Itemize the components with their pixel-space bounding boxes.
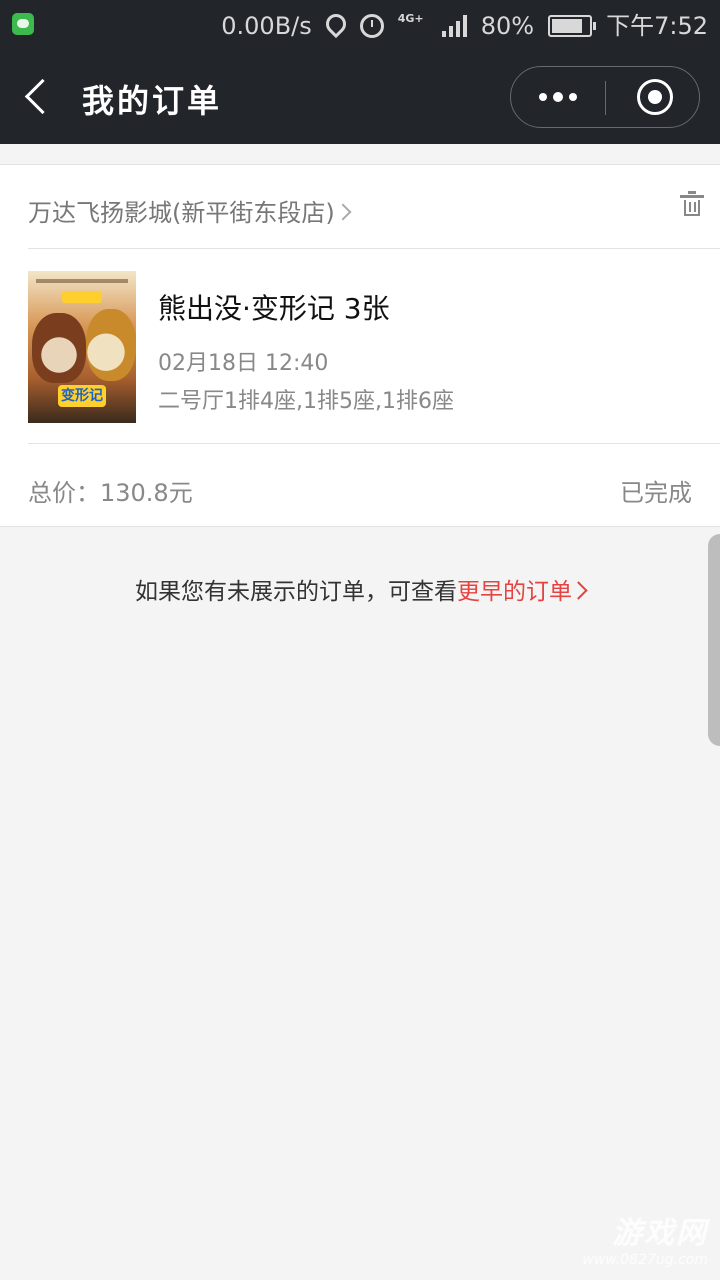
- nav-bar: 我的订单: [0, 52, 720, 144]
- chevron-right-icon: [334, 203, 352, 221]
- total-price: 总价：130.8元: [28, 479, 193, 507]
- divider: [28, 443, 720, 444]
- more-icon[interactable]: [539, 92, 577, 102]
- network-speed: 0.00B/s: [221, 12, 312, 40]
- trash-icon[interactable]: [680, 191, 704, 217]
- location-icon: [321, 9, 350, 39]
- note-text: 如果您有未展示的订单，可查看: [135, 579, 457, 605]
- network-type-icon: 4G+: [397, 12, 424, 25]
- watermark: 游戏网 www.0827ug.com: [582, 1216, 708, 1268]
- close-miniprogram-icon[interactable]: [637, 79, 673, 115]
- earlier-orders-link[interactable]: 更早的订单: [457, 579, 588, 605]
- order-card: 万达飞扬影城(新平街东段店) 变形记 熊出没·变形记 3张 02月18日 12:…: [0, 164, 720, 527]
- scroll-handle[interactable]: [708, 534, 720, 746]
- signal-icon: [441, 15, 467, 37]
- earlier-orders-note: 如果您有未展示的订单，可查看更早的订单: [0, 572, 720, 606]
- wechat-notification-icon: [12, 13, 34, 35]
- movie-title: 熊出没·变形记 3张: [158, 292, 390, 325]
- poster-logo: 变形记: [58, 385, 106, 407]
- page-title: 我的订单: [82, 82, 223, 120]
- capsule-divider: [605, 81, 606, 115]
- divider: [28, 248, 720, 249]
- cinema-name: 万达飞扬影城(新平街东段店): [28, 199, 335, 227]
- battery-percent: 80%: [480, 12, 535, 40]
- show-time: 02月18日 12:40: [158, 351, 329, 376]
- chevron-right-icon: [569, 581, 588, 600]
- seat-info: 二号厅1排4座,1排5座,1排6座: [158, 389, 454, 414]
- status-bar: 0.00B/s 4G+ 80% 下午7:52: [0, 0, 720, 52]
- miniprogram-capsule: [510, 66, 700, 128]
- back-icon[interactable]: [24, 78, 61, 115]
- movie-poster[interactable]: 变形记: [28, 271, 136, 423]
- battery-icon: [548, 15, 597, 37]
- order-status: 已完成: [620, 479, 692, 507]
- clock: 下午7:52: [606, 12, 708, 40]
- alarm-icon: [359, 14, 384, 38]
- cinema-link[interactable]: 万达飞扬影城(新平街东段店): [28, 193, 352, 228]
